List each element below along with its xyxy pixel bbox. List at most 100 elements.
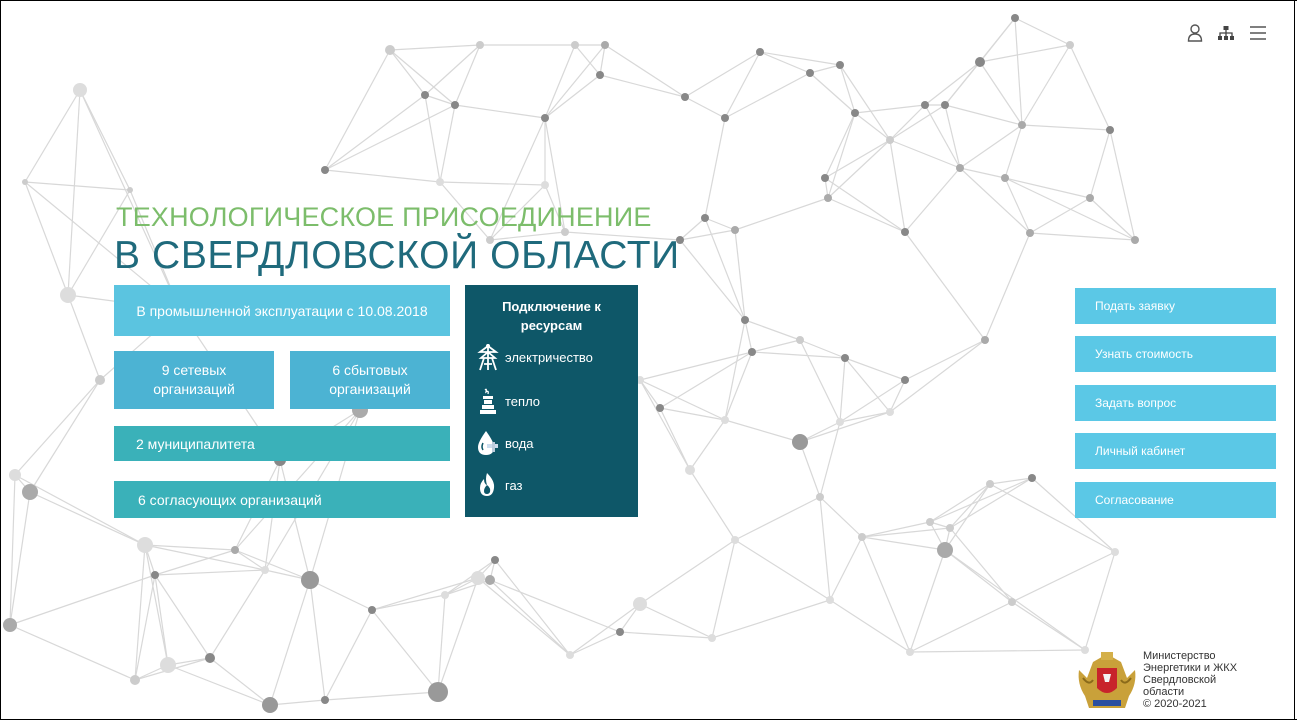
network-edge [889, 139, 906, 233]
production-since-text: В промышленной эксплуатации с 10.08.2018 [136, 302, 428, 319]
network-edge [269, 699, 326, 706]
network-edge [1004, 124, 1023, 179]
network-edge [134, 574, 156, 681]
network-edge [154, 549, 236, 576]
network-edge [944, 483, 991, 551]
network-node [451, 101, 459, 109]
ministry-line3: Свердловской [1143, 674, 1217, 686]
network-edge [861, 536, 911, 653]
sales-orgs-tile[interactable]: 6 сбытовых организаций [290, 351, 450, 409]
resource-gas[interactable]: газ [475, 471, 523, 499]
network-edge [389, 49, 426, 96]
network-edge [639, 379, 726, 421]
network-edge [1021, 44, 1071, 126]
network-edge [574, 44, 601, 76]
resource-electricity[interactable]: электричество [475, 343, 593, 371]
network-node [937, 542, 953, 558]
network-edge [544, 44, 606, 119]
network-node [385, 45, 395, 55]
network-node [796, 336, 804, 344]
network-edge [79, 89, 131, 191]
network-edge [569, 603, 641, 656]
network-edge [9, 574, 156, 626]
resources-title: Подключение к ресурсам [465, 297, 638, 335]
network-node [975, 57, 985, 67]
network-node [816, 493, 824, 501]
network-edge [861, 536, 946, 551]
network-node [73, 83, 87, 97]
check-cost-button[interactable]: Узнать стоимость [1075, 336, 1276, 372]
network-node [824, 194, 832, 202]
network-edge [984, 232, 1031, 341]
network-edge [24, 181, 69, 296]
network-edge [734, 197, 829, 231]
network-edge [1029, 232, 1136, 241]
network-edge [154, 574, 169, 666]
network-edge [639, 603, 713, 639]
power-tower-icon [477, 344, 499, 371]
network-node [981, 336, 989, 344]
network-edge [824, 139, 891, 179]
network-edge [904, 231, 986, 341]
network-node [633, 597, 647, 611]
approval-button[interactable]: Согласование [1075, 482, 1276, 518]
network-edge [861, 521, 931, 538]
network-node [1008, 598, 1016, 606]
network-edge [889, 339, 986, 413]
personal-account-button[interactable]: Личный кабинет [1075, 433, 1276, 469]
network-edge [324, 609, 373, 701]
sitemap-icon[interactable] [1217, 25, 1235, 46]
network-edge [209, 569, 266, 659]
network-node [685, 465, 695, 475]
network-edge [711, 599, 831, 639]
resource-water[interactable]: вода [475, 429, 534, 457]
network-node [851, 109, 859, 117]
network-node [941, 101, 949, 109]
menu-icon[interactable] [1249, 25, 1267, 46]
network-edge [439, 104, 456, 183]
network-node [1001, 174, 1009, 182]
municipalities-tile[interactable]: 2 муниципалитета [114, 426, 450, 461]
network-edge [1014, 17, 1071, 46]
network-node [22, 179, 28, 185]
network-node [368, 606, 376, 614]
network-edge [134, 544, 146, 681]
resource-heat[interactable]: тепло [475, 387, 540, 415]
network-edge [454, 104, 546, 119]
network-edge [704, 117, 726, 219]
network-node [321, 166, 329, 174]
approving-orgs-tile[interactable]: 6 согласующих организаций [114, 481, 450, 518]
network-edge [724, 72, 811, 119]
network-node [806, 69, 814, 77]
network-node [436, 178, 444, 186]
network-edge [689, 469, 736, 541]
network-edge [371, 594, 446, 611]
network-edge [324, 104, 456, 171]
network-edge [324, 49, 391, 171]
network-edge [979, 44, 1071, 63]
network-edge [909, 649, 1086, 653]
network-node [1026, 229, 1034, 237]
network-node [596, 71, 604, 79]
submit-application-button[interactable]: Подать заявку [1075, 288, 1276, 324]
network-edge [24, 89, 81, 183]
page-title-line2: В СВЕРДЛОВСКОЙ ОБЛАСТИ [114, 234, 680, 277]
network-edge [1021, 124, 1111, 131]
network-node [741, 316, 749, 324]
network-edge [909, 549, 946, 653]
network-node [826, 596, 834, 604]
user-icon[interactable] [1187, 24, 1203, 47]
network-edge [744, 319, 753, 353]
network-orgs-tile[interactable]: 9 сетевых организаций [114, 351, 274, 409]
ask-question-button[interactable]: Задать вопрос [1075, 385, 1276, 421]
network-node [151, 571, 159, 579]
network-node [1086, 194, 1094, 202]
approving-orgs-text: 6 согласующих организаций [138, 491, 322, 508]
network-edge [724, 351, 753, 421]
network-node [701, 214, 709, 222]
network-node [491, 556, 499, 564]
ministry-block: Министерство Энергетики и ЖКХ Свердловск… [1075, 650, 1237, 712]
network-edge [67, 89, 81, 296]
network-edge [1089, 129, 1111, 199]
network-orgs-count: 9 сетевых [161, 362, 227, 378]
